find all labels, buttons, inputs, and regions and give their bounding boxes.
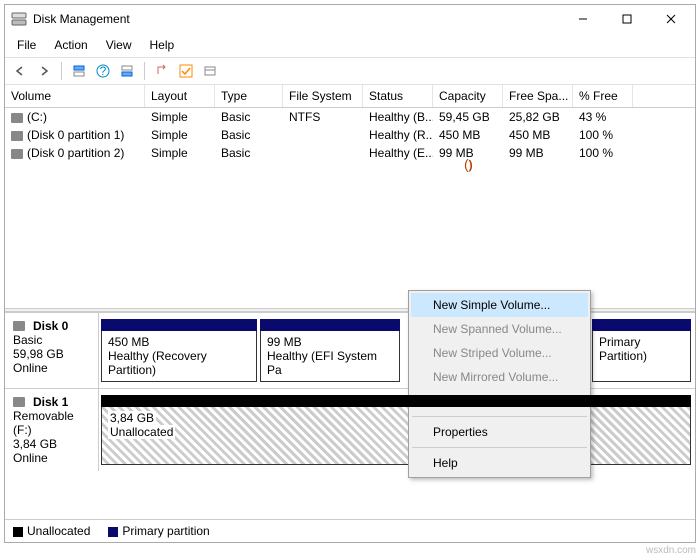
- drive-icon: [11, 113, 23, 123]
- window-title: Disk Management: [33, 12, 561, 26]
- svg-text:?: ?: [100, 64, 107, 78]
- col-type[interactable]: Type: [215, 85, 283, 107]
- forward-button[interactable]: [33, 60, 55, 82]
- refresh-button[interactable]: [151, 60, 173, 82]
- menu-new-spanned-volume: New Spanned Volume...: [411, 317, 588, 341]
- col-filesystem[interactable]: File System: [283, 85, 363, 107]
- legend: Unallocated Primary partition: [5, 519, 695, 542]
- context-menu: New Simple Volume... New Spanned Volume.…: [408, 290, 591, 478]
- menu-new-simple-volume[interactable]: New Simple Volume...: [411, 293, 588, 317]
- drive-icon: [11, 131, 23, 141]
- back-button[interactable]: [9, 60, 31, 82]
- view-bottom-button[interactable]: [116, 60, 138, 82]
- col-volume[interactable]: Volume: [5, 85, 145, 107]
- watermark: wsxdn.com: [646, 545, 696, 556]
- drive-icon: [11, 149, 23, 159]
- col-capacity[interactable]: Capacity: [433, 85, 503, 107]
- volume-row[interactable]: (Disk 0 partition 2) Simple Basic Health…: [5, 144, 695, 162]
- disk-row-1: Disk 1 Removable (F:) 3,84 GB Online 3,8…: [5, 388, 695, 471]
- app-icon: [11, 11, 27, 27]
- col-status[interactable]: Status: [363, 85, 433, 107]
- disk-info[interactable]: Disk 1 Removable (F:) 3,84 GB Online: [5, 389, 99, 471]
- check-button[interactable]: [175, 60, 197, 82]
- partition[interactable]: Primary Partition): [592, 319, 691, 382]
- col-freespace[interactable]: Free Spa...: [503, 85, 573, 107]
- menu-help[interactable]: Help: [411, 451, 588, 475]
- menu-help[interactable]: Help: [142, 35, 183, 55]
- partition[interactable]: 99 MB Healthy (EFI System Pa: [260, 319, 400, 382]
- col-layout[interactable]: Layout: [145, 85, 215, 107]
- legend-swatch-unallocated: [13, 527, 23, 537]
- disk-graphical-pane: Disk 0 Basic 59,98 GB Online 450 MB Heal…: [5, 312, 695, 519]
- partition[interactable]: 450 MB Healthy (Recovery Partition): [101, 319, 257, 382]
- volume-table-header: Volume Layout Type File System Status Ca…: [5, 85, 695, 108]
- menu-action[interactable]: Action: [46, 35, 95, 55]
- menu-file[interactable]: File: [9, 35, 44, 55]
- col-pctfree[interactable]: % Free: [573, 85, 633, 107]
- volume-row[interactable]: (Disk 0 partition 1) Simple Basic Health…: [5, 126, 695, 144]
- disk-row-0: Disk 0 Basic 59,98 GB Online 450 MB Heal…: [5, 312, 695, 388]
- list-button[interactable]: [199, 60, 221, 82]
- menu-properties[interactable]: Properties: [411, 420, 588, 444]
- disk-icon: [13, 321, 25, 331]
- titlebar: Disk Management: [5, 5, 695, 33]
- close-button[interactable]: [649, 6, 693, 32]
- legend-swatch-primary: [108, 527, 118, 537]
- menu-view[interactable]: View: [98, 35, 140, 55]
- maximize-button[interactable]: [605, 6, 649, 32]
- disk-info[interactable]: Disk 0 Basic 59,98 GB Online: [5, 313, 99, 388]
- volume-table-rows: (C:) Simple Basic NTFS Healthy (B... 59,…: [5, 108, 695, 308]
- disk-icon: [13, 397, 25, 407]
- view-top-button[interactable]: [68, 60, 90, 82]
- unallocated-partition[interactable]: 3,84 GB Unallocated: [101, 395, 691, 465]
- volume-row[interactable]: (C:) Simple Basic NTFS Healthy (B... 59,…: [5, 108, 695, 126]
- help-button[interactable]: ?: [92, 60, 114, 82]
- minimize-button[interactable]: [561, 6, 605, 32]
- toolbar: ?: [5, 57, 695, 85]
- menubar: File Action View Help: [5, 33, 695, 57]
- flame-icon: (): [464, 156, 473, 172]
- menu-new-striped-volume: New Striped Volume...: [411, 341, 588, 365]
- menu-new-mirrored-volume: New Mirrored Volume...: [411, 365, 588, 389]
- disk-management-window: Disk Management File Action View Help ? …: [4, 4, 696, 543]
